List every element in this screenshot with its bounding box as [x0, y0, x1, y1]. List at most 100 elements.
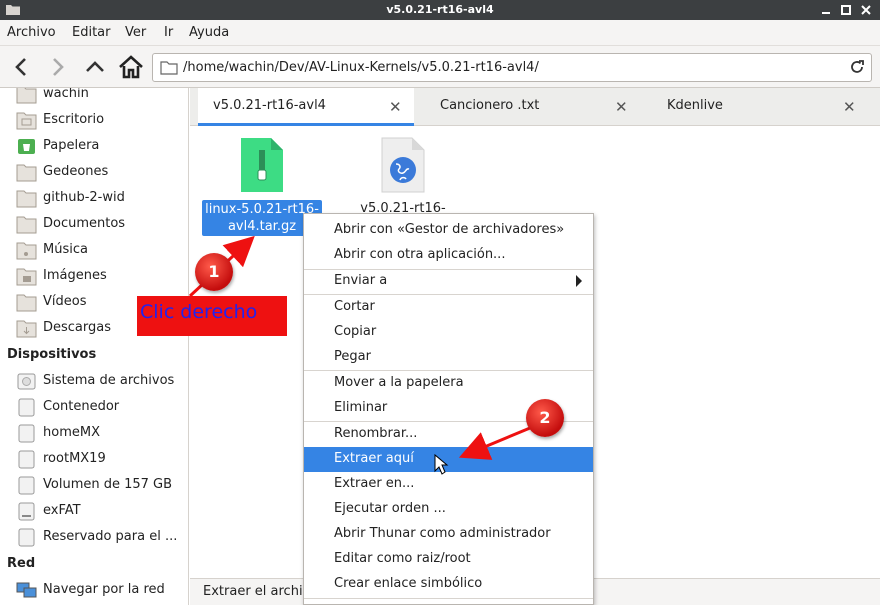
sidebar-item-contenedor[interactable]: Contenedor [0, 395, 188, 421]
menu-item-label: Abrir con otra aplicación... [334, 247, 506, 262]
sidebar-item-documentos[interactable]: Documentos [0, 212, 188, 238]
sidebar-item-label: Imágenes [43, 268, 107, 283]
sidebar-item-exfat[interactable]: exFAT [0, 499, 188, 525]
menu-item-label: Copiar [334, 324, 377, 339]
sidebar-item-label: Descargas [43, 320, 112, 335]
menu-item-label: Mover a la papelera [334, 375, 464, 390]
sidebar-item-imagenes[interactable]: Imágenes [0, 264, 188, 290]
toolbar: /home/wachin/Dev/AV-Linux-Kernels/v5.0.2… [0, 46, 880, 88]
tab-label: Cancionero .txt [440, 98, 540, 113]
menu-item-label: Extraer en... [334, 476, 415, 491]
menu-editar[interactable]: Editar [72, 25, 111, 40]
sidebar-item-label: Volumen de 157 GB [43, 477, 173, 492]
folder-icon [160, 61, 178, 75]
sidebar-item-label: wachin [43, 88, 89, 101]
menu-item-enlace-simbolico[interactable]: Crear enlace simbólico [304, 572, 593, 597]
close-icon[interactable]: ✕ [389, 98, 402, 116]
menu-item-ejecutar-orden[interactable]: Ejecutar orden ... [304, 497, 593, 522]
tab-label: Kdenlive [667, 98, 723, 113]
sidebar-item-label: homeMX [43, 425, 100, 440]
sidebar-item-sistema-de-archivos[interactable]: Sistema de archivos [0, 369, 188, 395]
sidebar-item-homemx[interactable]: homeMX [0, 421, 188, 447]
menu-separator [304, 598, 593, 599]
tab-v5-0-21[interactable]: v5.0.21-rt16-avl4 ✕ [198, 88, 414, 126]
tab-kdenlive[interactable]: Kdenlive ✕ [652, 88, 866, 126]
menu-item-label: Ejecutar orden ... [334, 501, 446, 516]
menu-item-pegar[interactable]: Pegar [304, 345, 593, 370]
sidebar-item-label: rootMX19 [43, 451, 106, 466]
folder-icon [16, 164, 37, 182]
callout-text: Clic derecho [140, 301, 258, 323]
submenu-arrow-icon [576, 275, 582, 287]
menu-item-label: Extraer aquí [334, 451, 414, 466]
folder-icon [16, 216, 37, 234]
menu-item-label: Editar como raiz/root [334, 551, 471, 566]
menu-item-label: Pegar [334, 349, 371, 364]
sidebar: wachin Escritorio Papelera Gedeones gith… [0, 88, 189, 605]
archive-icon [241, 138, 283, 192]
sidebar-item-volumen-157[interactable]: Volumen de 157 GB [0, 473, 188, 499]
menu-item-extraer-en[interactable]: Extraer en... [304, 472, 593, 497]
sidebar-item-github-2-wid[interactable]: github-2-wid [0, 186, 188, 212]
sidebar-item-navegar-red[interactable]: Navegar por la red [0, 578, 188, 604]
menu-item-mover-papelera[interactable]: Mover a la papelera [304, 371, 593, 396]
sidebar-item-wachin[interactable]: wachin [0, 88, 188, 108]
sidebar-item-label: Contenedor [43, 399, 120, 414]
menu-item-label: Eliminar [334, 400, 388, 415]
close-icon[interactable]: ✕ [843, 98, 856, 116]
sidebar-item-gedeones[interactable]: Gedeones [0, 160, 188, 186]
sidebar-item-musica[interactable]: Música [0, 238, 188, 264]
menu-item-abrir-otra[interactable]: Abrir con otra aplicación... [304, 243, 593, 268]
forward-button[interactable] [44, 54, 72, 80]
music-folder-icon [16, 242, 37, 260]
menu-item-abrir-gestor[interactable]: Abrir con «Gestor de archivadores» [304, 218, 593, 243]
sidebar-item-rootmx19[interactable]: rootMX19 [0, 447, 188, 473]
sidebar-item-label: Escritorio [43, 112, 105, 127]
minimize-icon[interactable] [818, 2, 834, 18]
maximize-icon[interactable] [838, 2, 854, 18]
file-item[interactable]: v5.0.21-rt16- [340, 136, 466, 217]
menu-ayuda[interactable]: Ayuda [189, 25, 229, 40]
back-button[interactable] [7, 54, 35, 80]
callout-right-click: Clic derecho [137, 296, 287, 336]
menu-item-label: Enviar a [334, 273, 388, 288]
desktop-folder-icon [16, 112, 37, 130]
sidebar-item-papelera[interactable]: Papelera [0, 134, 188, 160]
close-icon[interactable]: ✕ [615, 98, 628, 116]
menu-bar: Archivo Editar Ver Ir Ayuda [0, 20, 880, 46]
tab-cancionero[interactable]: Cancionero .txt ✕ [424, 88, 638, 126]
menu-item-copiar[interactable]: Copiar [304, 320, 593, 345]
sidebar-item-label: exFAT [43, 503, 81, 518]
sidebar-item-label: Reservado para el ... [43, 529, 178, 544]
back-icon [15, 58, 26, 76]
close-icon[interactable] [858, 2, 874, 18]
folder-icon [16, 190, 37, 208]
menu-item-extraer-aqui[interactable]: Extraer aquí [304, 447, 593, 472]
menu-item-label: Renombrar... [334, 426, 418, 441]
sidebar-item-label: Papelera [43, 138, 100, 153]
drive-icon [18, 476, 35, 495]
menu-item-enviar-a[interactable]: Enviar a [304, 269, 593, 294]
sidebar-item-reservado[interactable]: Reservado para el ... [0, 525, 188, 551]
menu-item-editar-root[interactable]: Editar como raiz/root [304, 547, 593, 572]
home-button[interactable] [117, 54, 145, 80]
window-title: v5.0.21-rt16-avl4 [386, 3, 494, 16]
sidebar-item-label: Documentos [43, 216, 126, 231]
sidebar-item-label: Gedeones [43, 164, 109, 179]
forward-icon [53, 58, 64, 76]
menu-item-cortar[interactable]: Cortar [304, 295, 593, 320]
sidebar-item-label: Música [43, 242, 88, 257]
menu-ver[interactable]: Ver [125, 25, 146, 40]
menu-item-thunar-admin[interactable]: Abrir Thunar como administrador [304, 522, 593, 547]
devices-heading: Dispositivos [7, 347, 97, 362]
up-button[interactable] [81, 54, 109, 80]
title-bar: v5.0.21-rt16-avl4 [0, 0, 880, 20]
pictures-folder-icon [16, 268, 37, 286]
sidebar-item-label: Vídeos [43, 294, 87, 309]
sidebar-item-escritorio[interactable]: Escritorio [0, 108, 188, 134]
menu-archivo[interactable]: Archivo [7, 25, 56, 40]
menu-ir[interactable]: Ir [164, 25, 173, 40]
trash-icon [18, 139, 35, 154]
address-bar[interactable]: /home/wachin/Dev/AV-Linux-Kernels/v5.0.2… [152, 53, 872, 82]
reload-icon[interactable] [849, 59, 865, 75]
